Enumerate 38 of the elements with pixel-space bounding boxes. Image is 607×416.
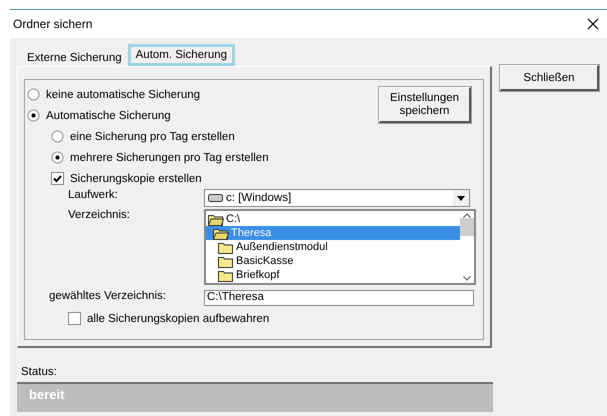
folder-item[interactable]: C:\ [206,212,460,226]
field-label: Verzeichnis: [68,209,132,221]
scroll-down-icon[interactable] [463,276,471,281]
open-folder-icon [208,212,224,226]
field-label: Laufwerk: [68,189,119,201]
checkbox[interactable] [51,172,64,185]
status-bar: bereit [17,382,493,412]
directory-field[interactable]: C:\Theresa [204,290,474,306]
caret-icon[interactable] [457,196,465,200]
option-label: Sicherungskopie erstellen [70,172,202,184]
radio-button[interactable] [27,88,40,101]
option-label: keine automatische Sicherung [46,88,200,100]
field-label: gewähltes Verzeichnis: [49,290,167,302]
drive-dropdown[interactable]: c: [Windows] [204,189,470,207]
folder-item[interactable]: BasicKasse [206,254,460,268]
folder-item[interactable]: Briefkopf [206,268,460,282]
option-label: Automatische Sicherung [46,110,171,122]
open-folder-icon [213,226,229,240]
close-button[interactable]: Schließen [500,65,599,91]
scroll-up-icon[interactable] [463,213,471,218]
option-label: eine Sicherung pro Tag erstellen [70,130,235,142]
folder-item[interactable]: Außendienstmodul [206,240,460,254]
folder-icon [218,268,234,282]
scrollbar[interactable] [460,211,474,283]
radio-button[interactable] [51,130,64,143]
radio-button[interactable] [27,109,40,122]
checkbox[interactable] [68,312,81,325]
radio-button[interactable] [51,151,64,164]
folder-list[interactable]: C:\ Theresa Außendienstmodul BasicKasse Briefkopf [204,209,476,285]
close-icon[interactable] [587,18,599,30]
save-settings-button[interactable]: Einstellungen speichern [379,87,471,123]
window-title: Ordner sichern [13,17,92,31]
drive-icon [208,193,223,203]
option-label: mehrere Sicherungen pro Tag erstellen [70,152,269,164]
tab[interactable]: Autom. Sicherung [128,44,236,66]
option-label: alle Sicherungskopien aufbewahren [87,312,270,324]
folder-icon [218,254,234,268]
status-label: Status: [21,366,58,378]
